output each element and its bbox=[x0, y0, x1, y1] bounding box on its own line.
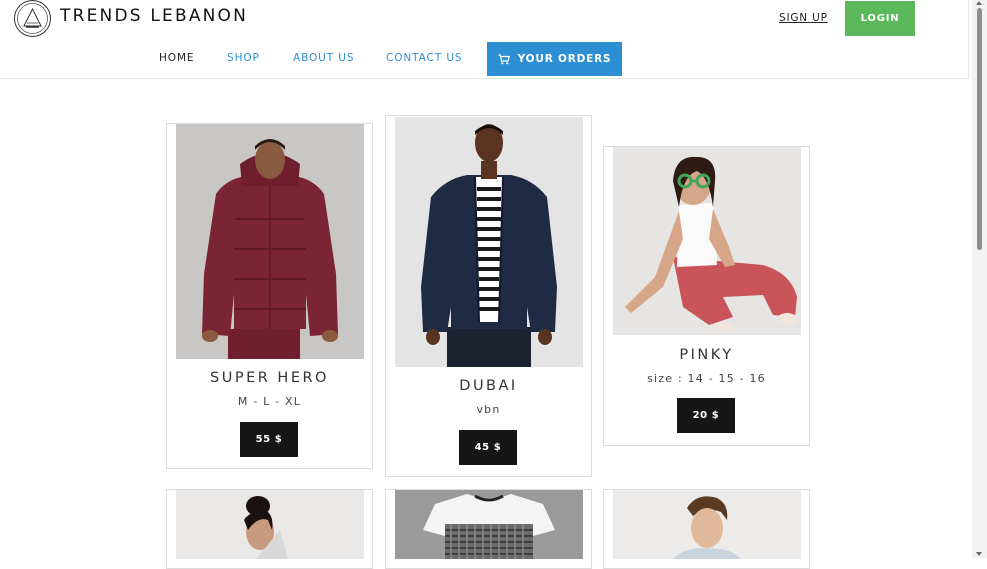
product-sizes: vbn bbox=[476, 403, 501, 416]
product-image-jacket-maroon[interactable] bbox=[176, 124, 364, 359]
scroll-down-arrow-icon[interactable] bbox=[976, 552, 982, 556]
signup-link[interactable]: SIGN UP bbox=[779, 12, 828, 24]
price-button[interactable]: 55 $ bbox=[240, 422, 298, 457]
nav-contact-us[interactable]: CONTACT US bbox=[386, 52, 462, 64]
scroll-thumb[interactable] bbox=[977, 8, 982, 250]
product-card[interactable]: PINKY size : 14 - 15 - 16 20 $ bbox=[603, 146, 810, 446]
price-button[interactable]: 20 $ bbox=[677, 398, 735, 433]
scrollbar[interactable] bbox=[972, 0, 987, 558]
price-button[interactable]: 45 $ bbox=[459, 430, 517, 465]
product-image-man[interactable] bbox=[613, 490, 801, 559]
product-card[interactable]: DUBAI vbn 45 $ bbox=[385, 115, 592, 477]
brand-name[interactable]: TRENDS LEBANON bbox=[60, 6, 248, 26]
product-card[interactable] bbox=[385, 489, 592, 569]
product-name: DUBAI bbox=[459, 378, 518, 394]
product-image-tshirt[interactable] bbox=[395, 490, 583, 559]
product-name: SUPER HERO bbox=[210, 370, 329, 386]
product-sizes: size : 14 - 15 - 16 bbox=[647, 372, 766, 385]
product-card[interactable] bbox=[603, 489, 810, 569]
your-orders-button[interactable]: YOUR ORDERS bbox=[487, 42, 622, 76]
product-card[interactable] bbox=[166, 489, 373, 569]
nav-about-us[interactable]: ABOUT US bbox=[293, 52, 354, 64]
nav-shop[interactable]: SHOP bbox=[227, 52, 260, 64]
your-orders-label: YOUR ORDERS bbox=[517, 53, 612, 65]
site-header: TRENDS LEBANON SIGN UP LOGIN HOME SHOP A… bbox=[0, 0, 969, 79]
product-sizes: M - L - XL bbox=[237, 395, 302, 408]
product-image-navy-jacket[interactable] bbox=[395, 117, 583, 367]
product-image-woman[interactable] bbox=[176, 490, 364, 559]
scroll-up-arrow-icon[interactable] bbox=[976, 1, 982, 5]
nav-home[interactable]: HOME bbox=[159, 52, 194, 64]
logo[interactable] bbox=[14, 0, 51, 37]
product-name: PINKY bbox=[679, 347, 734, 363]
product-card[interactable]: SUPER HERO M - L - XL 55 $ bbox=[166, 123, 373, 469]
cart-icon bbox=[498, 53, 510, 65]
login-button[interactable]: LOGIN bbox=[845, 1, 915, 36]
product-image-girl-sitting[interactable] bbox=[613, 147, 801, 335]
